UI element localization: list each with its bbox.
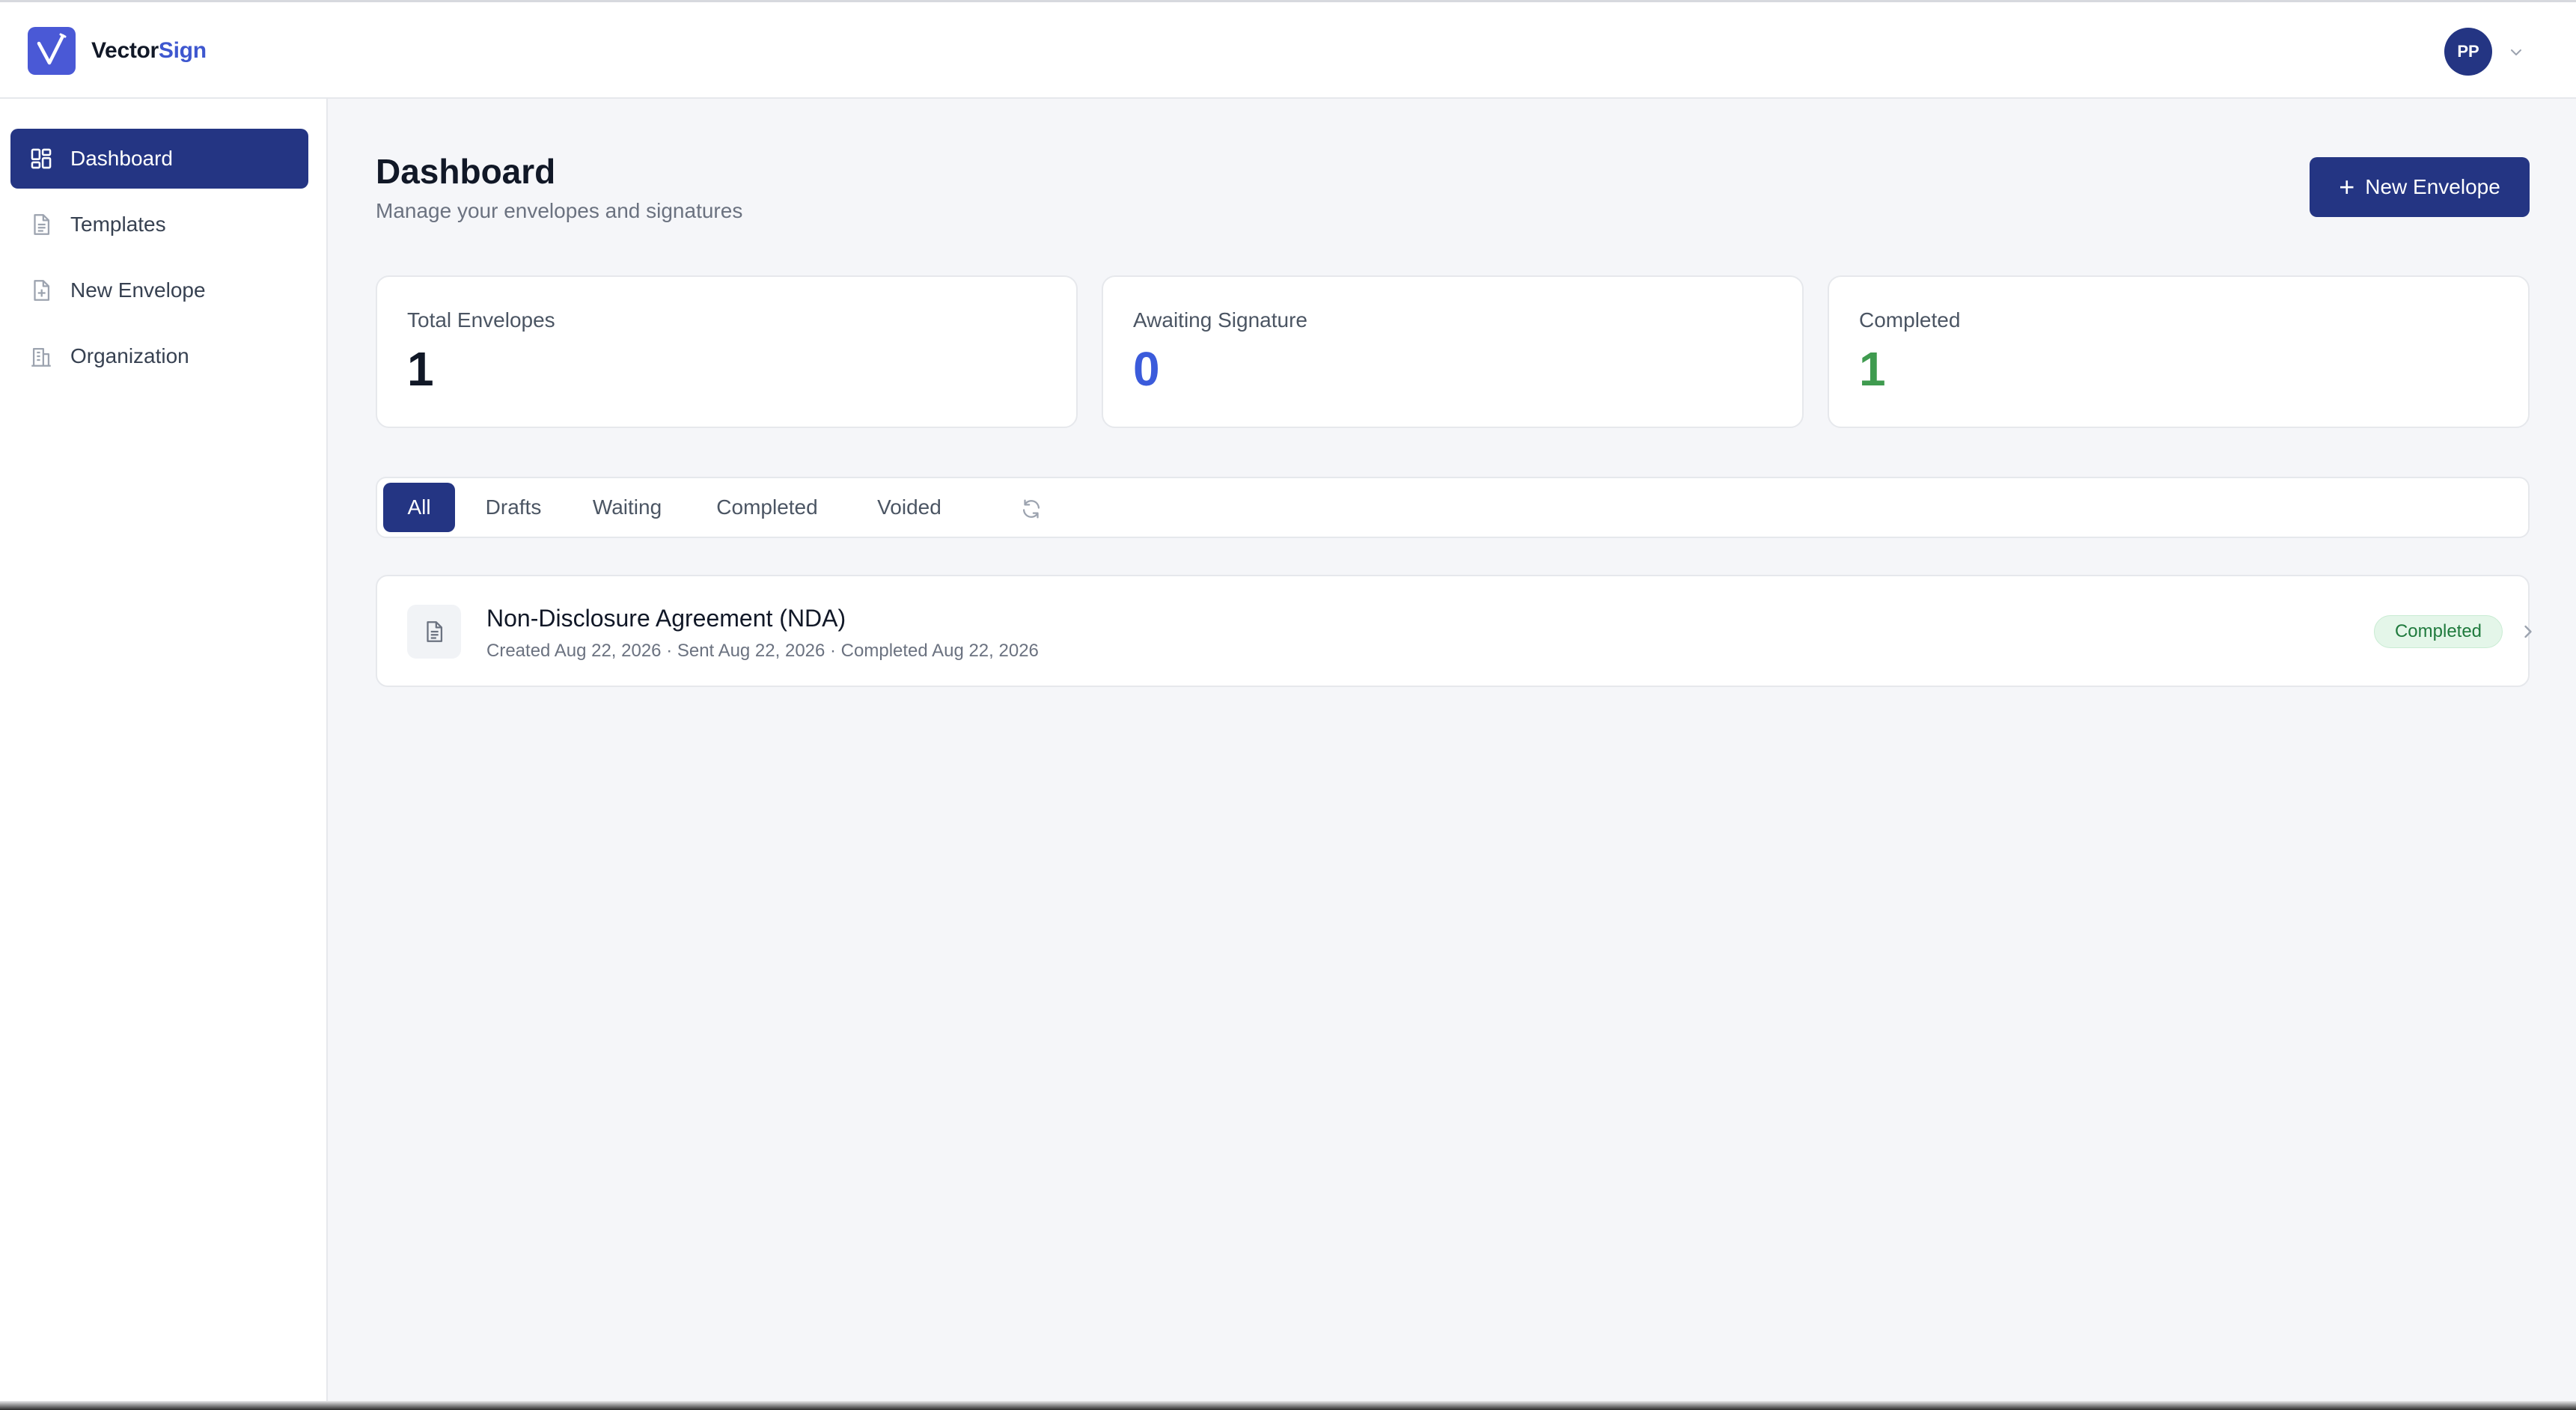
tab-voided[interactable]: Voided [853,483,965,532]
stat-label: Completed [1859,308,1961,332]
building-icon [28,344,54,369]
plus-icon: + [2339,171,2355,202]
screen-bottom-edge [0,1401,2576,1410]
tab-all[interactable]: All [383,483,455,532]
sidebar-item-dashboard[interactable]: Dashboard [10,129,308,189]
sidebar-item-label: Templates [70,213,166,236]
stat-card-awaiting-signature: Awaiting Signature 0 [1102,275,1804,428]
page-title: Dashboard [376,152,556,191]
brand-name-accent: Sign [158,38,207,63]
sidebar-item-label: Dashboard [70,147,173,170]
sidebar-item-organization[interactable]: Organization [10,326,308,386]
document-plus-icon [28,278,54,303]
stat-card-total-envelopes: Total Envelopes 1 [376,275,1078,428]
filter-tabs: All Drafts Waiting Completed Voided [376,477,2530,538]
checkmark-logo-icon[interactable] [28,27,76,75]
brand-name[interactable]: VectorSign [91,38,207,64]
chevron-down-icon[interactable] [2507,43,2525,61]
tab-waiting[interactable]: Waiting [573,483,681,532]
stat-label: Total Envelopes [407,308,555,332]
stat-value: 1 [407,342,434,396]
chevron-right-icon[interactable] [2518,621,2539,642]
refresh-icon[interactable] [1019,496,1044,522]
new-envelope-button-label: New Envelope [2365,175,2500,198]
user-avatar[interactable]: PP [2444,28,2492,76]
stat-label: Awaiting Signature [1133,308,1307,332]
page-subtitle: Manage your envelopes and signatures [376,199,743,222]
envelope-title[interactable]: Non-Disclosure Agreement (NDA) [486,605,846,632]
dashboard-grid-icon [28,146,54,171]
top-bar: VectorSign PP [0,0,2576,99]
document-icon [407,605,461,659]
status-badge: Completed [2374,615,2503,648]
tab-completed[interactable]: Completed [695,483,840,532]
sidebar-item-new-envelope[interactable]: New Envelope [10,260,308,320]
sidebar-item-label: New Envelope [70,278,206,302]
stat-value: 1 [1859,342,1886,396]
brand-name-primary: Vector [91,38,159,63]
sidebar-item-templates[interactable]: Templates [10,195,308,254]
sidebar: Dashboard Templates New Envelope Organiz… [0,99,328,1410]
sidebar-item-label: Organization [70,344,189,367]
tab-drafts[interactable]: Drafts [467,483,560,532]
envelope-row[interactable]: Non-Disclosure Agreement (NDA) Created A… [376,575,2532,687]
main-content: Dashboard Manage your envelopes and sign… [329,99,2576,1410]
envelope-meta: Created Aug 22, 2026 · Sent Aug 22, 2026… [486,641,1039,661]
document-icon [28,212,54,237]
new-envelope-button[interactable]: + New Envelope [2310,157,2530,217]
stat-card-completed: Completed 1 [1828,275,2530,428]
stat-value: 0 [1133,342,1160,396]
